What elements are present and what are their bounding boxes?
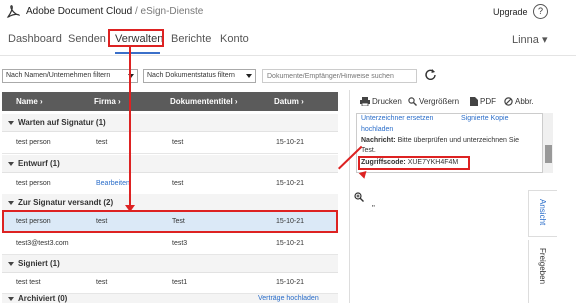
chevron-down-icon — [8, 200, 14, 205]
tab-konto[interactable]: Konto — [220, 33, 249, 45]
message-line: Nachricht: Bitte überprüfen und unterzei… — [361, 137, 519, 144]
user-menu[interactable]: Linna ▾ — [512, 33, 548, 46]
chevron-down-icon — [8, 161, 14, 166]
printer-icon — [360, 97, 370, 106]
upload-signed-copy-link[interactable]: Signierte Kopie — [461, 115, 508, 122]
group-header[interactable]: Entwurf (1) — [2, 155, 338, 173]
table-row[interactable]: test person Bearbeiten test 15-10-21 — [2, 173, 338, 195]
info-scrollbar[interactable] — [543, 113, 553, 173]
main-nav: Dashboard Senden Verwalten Berichte Kont… — [0, 28, 576, 54]
chevron-down-icon — [8, 120, 14, 125]
selected-row-highlight-box — [2, 210, 338, 233]
cancel-button[interactable]: Abbr. — [504, 97, 534, 106]
col-datum[interactable]: Datum › — [274, 97, 304, 106]
info-scrollbar-thumb[interactable] — [545, 145, 552, 163]
zoom-in-icon[interactable] — [354, 192, 364, 202]
group-header[interactable]: Warten auf Signatur (1) — [2, 114, 338, 132]
tab-dashboard[interactable]: Dashboard — [8, 33, 62, 45]
table-row[interactable]: test test test test1 15-10-21 — [2, 272, 338, 294]
chevron-down-icon — [8, 296, 14, 301]
active-tab-indicator — [115, 52, 160, 54]
document-preview-text: " — [372, 204, 375, 213]
col-titel[interactable]: Dokumententitel › — [170, 97, 238, 106]
group-header[interactable]: Signiert (1) — [2, 255, 338, 273]
app-subtitle: / eSign-Dienste — [132, 6, 204, 17]
chevron-down-icon — [246, 74, 252, 78]
access-code-highlight-box — [358, 156, 470, 170]
tab-freigeben[interactable]: Freigeben — [528, 240, 557, 303]
upload-contracts-link[interactable]: Verträge hochladen — [258, 294, 319, 303]
edit-link[interactable]: Bearbeiten — [96, 180, 130, 187]
name-filter-select[interactable]: Nach Namen/Unternehmen filtern — [2, 69, 138, 83]
table-row[interactable]: test3@test3.com test3 15-10-21 — [2, 233, 338, 255]
tab-senden[interactable]: Senden — [68, 33, 106, 45]
help-icon[interactable]: ? — [533, 4, 548, 19]
tab-ansicht[interactable]: Ansicht — [528, 190, 557, 237]
cancel-icon — [504, 97, 513, 106]
message-line-2: Test. — [361, 147, 376, 154]
upload-link[interactable]: hochladen — [361, 126, 393, 133]
table-row[interactable]: test person test test 15-10-21 — [2, 132, 338, 154]
pdf-button[interactable]: PDF — [470, 97, 496, 106]
zoom-button[interactable]: Vergrößern — [408, 97, 459, 106]
chevron-down-icon — [8, 261, 14, 266]
magnifier-icon — [408, 97, 417, 106]
annotation-arrow — [129, 47, 131, 210]
nav-divider — [0, 55, 576, 56]
table-header: Name › Firma › Dokumententitel › Datum › — [2, 92, 338, 111]
panel-toolbar: Drucken Vergrößern PDF Abbr. — [356, 97, 546, 109]
status-filter-select[interactable]: Nach Dokumentstatus filtern — [143, 69, 256, 83]
refresh-icon[interactable] — [424, 68, 437, 81]
verwalten-highlight-box — [108, 29, 164, 47]
tab-berichte[interactable]: Berichte — [171, 33, 211, 45]
replace-signer-link[interactable]: Unterzeichner ersetzen — [361, 115, 433, 122]
col-firma[interactable]: Firma › — [94, 97, 121, 106]
search-input[interactable] — [262, 69, 417, 83]
upgrade-link[interactable]: Upgrade — [493, 7, 528, 17]
pdf-icon — [470, 97, 478, 106]
app-title: Adobe Document Cloud / eSign-Dienste — [26, 6, 204, 17]
print-button[interactable]: Drucken — [360, 97, 402, 106]
group-header[interactable]: Archiviert (0) Verträge hochladen — [2, 294, 338, 303]
col-name[interactable]: Name › — [16, 97, 43, 106]
adobe-acrobat-logo-icon — [6, 5, 20, 18]
